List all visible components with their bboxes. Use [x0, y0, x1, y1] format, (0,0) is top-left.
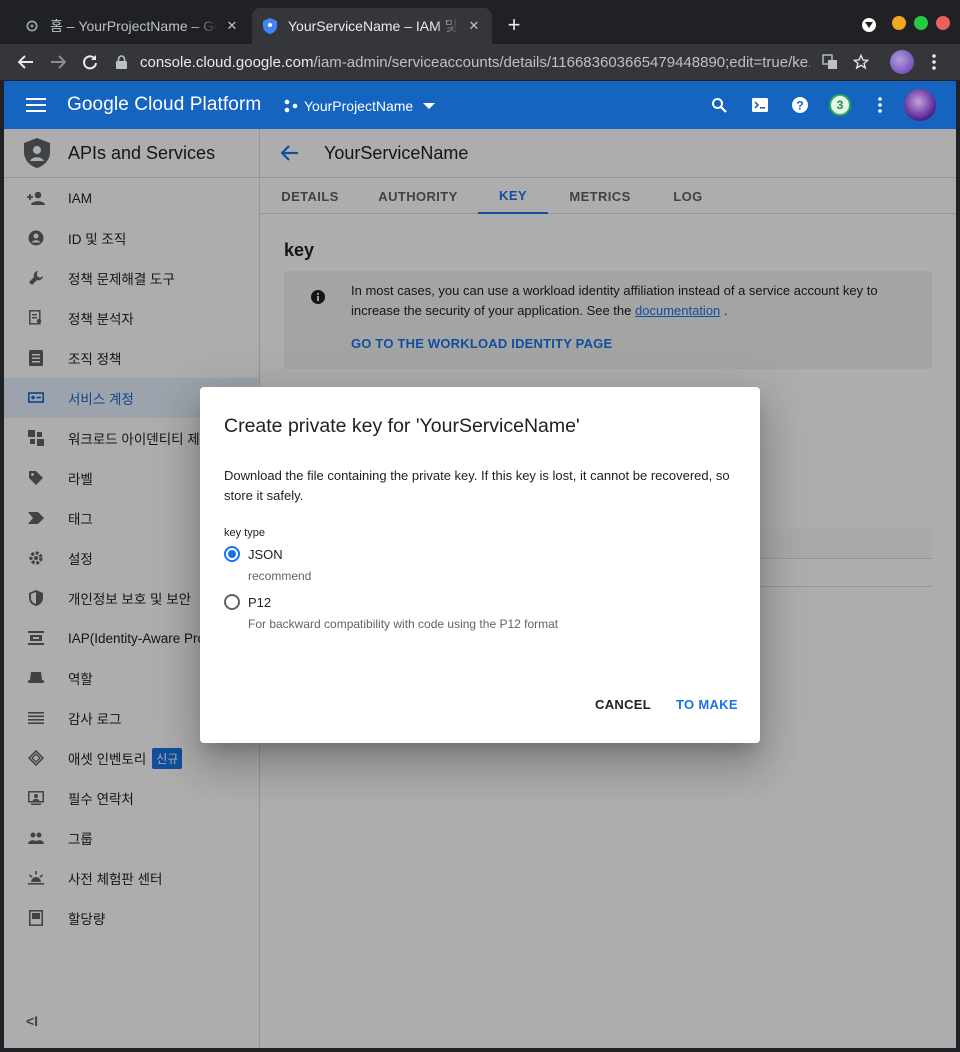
cloud-shell-icon[interactable]: [748, 93, 772, 117]
url-host: console.cloud.google.com: [140, 53, 314, 71]
tab-title: YourServiceName – IAM 및 관리자: [288, 18, 460, 34]
maximize-window-icon[interactable]: [914, 16, 928, 30]
project-dots-icon: [284, 99, 298, 113]
browser-menu-icon[interactable]: [922, 50, 946, 74]
new-tab-icon[interactable]: +: [502, 14, 526, 38]
bookmark-star-icon[interactable]: [849, 50, 873, 74]
dialog-title: Create private key for 'YourServiceName': [224, 415, 580, 437]
reload-icon[interactable]: [78, 50, 102, 74]
dialog-description: Download the file containing the private…: [224, 468, 730, 503]
forward-icon[interactable]: [46, 50, 70, 74]
radio-hint: recommend: [248, 569, 312, 583]
svg-text:?: ?: [796, 99, 803, 113]
lock-icon: [116, 55, 130, 69]
back-icon[interactable]: [14, 50, 38, 74]
tab-strip: 홈 – YourProjectName – Google Cloud Platf…: [0, 0, 960, 44]
browser-toolbar: console.cloud.google.com/iam-admin/servi…: [0, 44, 960, 80]
menu-icon[interactable]: [24, 93, 48, 117]
notifications-badge[interactable]: 3: [829, 94, 851, 116]
project-selector[interactable]: YourProjectName: [284, 95, 436, 117]
shield-favicon-icon: [262, 18, 278, 34]
account-avatar[interactable]: [904, 89, 936, 121]
radio-json[interactable]: JSON: [224, 546, 283, 562]
browser-tab-iam[interactable]: YourServiceName – IAM 및 관리자 ✕: [252, 8, 492, 44]
tab-search-icon[interactable]: [862, 18, 876, 32]
minimize-window-icon[interactable]: [892, 16, 906, 30]
close-tab-icon[interactable]: ✕: [466, 18, 482, 34]
url-text: console.cloud.google.com/iam-admin/servi…: [140, 54, 810, 71]
close-window-icon[interactable]: [936, 16, 950, 30]
address-bar[interactable]: console.cloud.google.com/iam-admin/servi…: [116, 48, 876, 76]
chevron-down-icon: [423, 103, 436, 109]
key-type-label: key type: [224, 527, 265, 539]
search-icon[interactable]: [707, 93, 731, 117]
gcp-brand[interactable]: Google Cloud Platform: [67, 94, 261, 116]
radio-checked-icon[interactable]: [224, 546, 240, 562]
url-path: /iam-admin/serviceaccounts/details/11668…: [313, 53, 810, 71]
radio-unchecked-icon[interactable]: [224, 594, 240, 610]
gear-favicon-icon: [24, 18, 40, 34]
radio-hint: For backward compatibility with code usi…: [248, 617, 559, 631]
browser-tab-home[interactable]: 홈 – YourProjectName – Google Cloud Platf…: [14, 8, 250, 44]
help-icon[interactable]: ?: [788, 93, 812, 117]
browser-window: 홈 – YourProjectName – Google Cloud Platf…: [0, 0, 960, 1052]
more-vert-icon[interactable]: [868, 93, 892, 117]
radio-p12[interactable]: P12: [224, 594, 271, 610]
create-button[interactable]: TO MAKE: [676, 697, 738, 712]
radio-label: JSON: [248, 546, 283, 562]
cancel-button[interactable]: CANCEL: [595, 697, 651, 712]
radio-label: P12: [248, 594, 272, 610]
project-name: YourProjectName: [304, 98, 414, 114]
browser-profile-avatar[interactable]: [890, 50, 914, 74]
gcp-header: Google Cloud Platform YourProjectName ? …: [4, 81, 956, 129]
create-key-dialog: Create private key for 'YourServiceName'…: [200, 387, 760, 743]
tab-title: 홈 – YourProjectName – Google Cloud Platf…: [50, 18, 218, 34]
close-tab-icon[interactable]: ✕: [224, 18, 240, 34]
translate-icon[interactable]: [818, 50, 842, 74]
